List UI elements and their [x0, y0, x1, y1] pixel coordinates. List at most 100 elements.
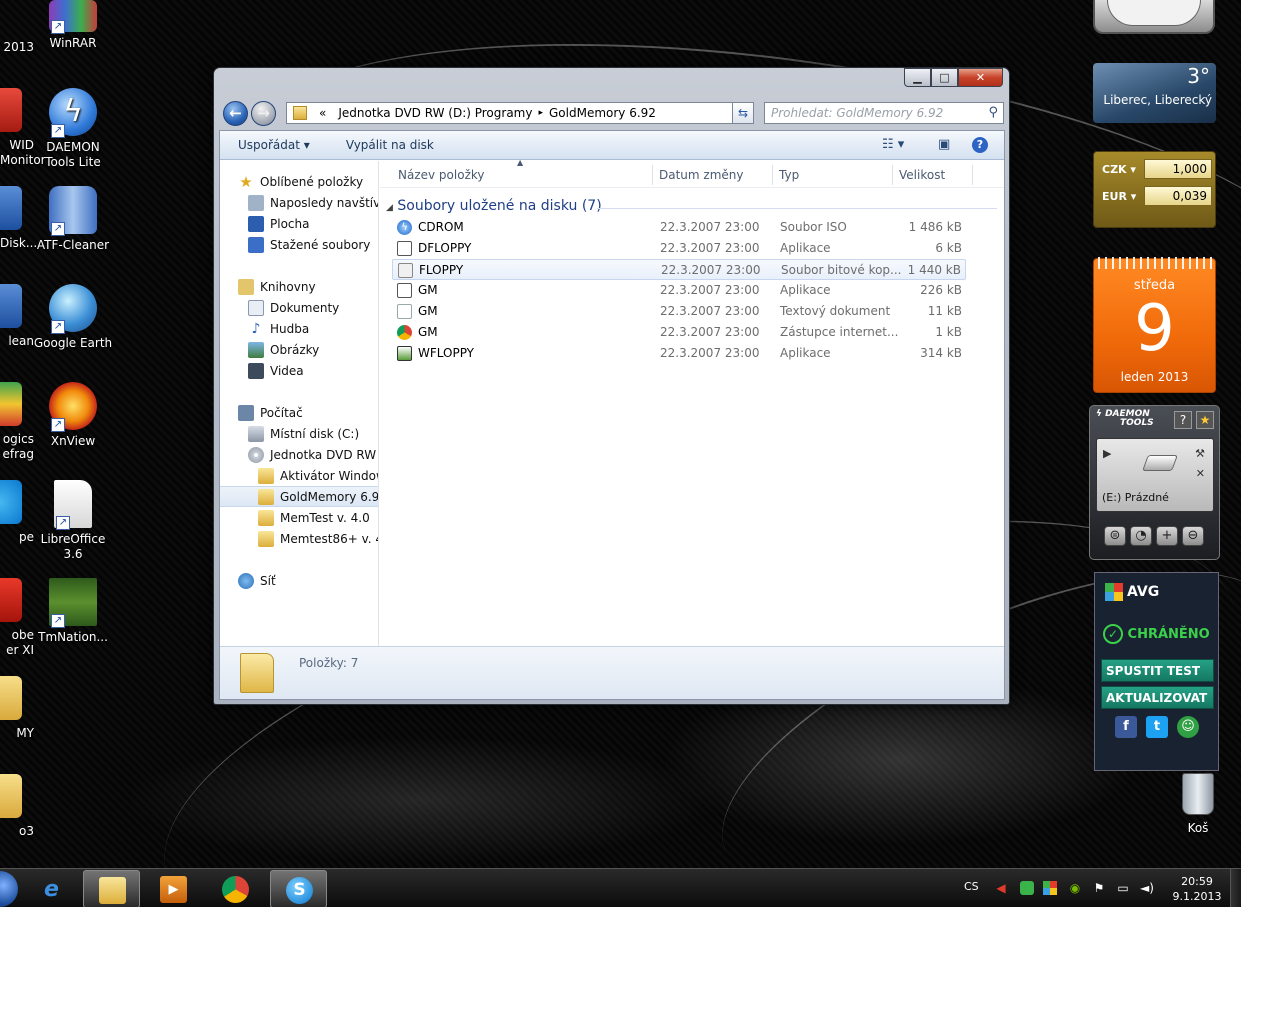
- table-row[interactable]: FLOPPY 22.3.2007 23:00 Soubor bitové kop…: [392, 259, 966, 280]
- refresh-button[interactable]: ⇆: [732, 102, 754, 124]
- column-divider[interactable]: [972, 165, 973, 185]
- currency-value[interactable]: 0,039: [1144, 186, 1212, 206]
- table-row[interactable]: WFLOPPY 22.3.2007 23:00 Aplikace 314 kB: [392, 343, 966, 364]
- language-indicator[interactable]: CS: [964, 880, 979, 893]
- table-row[interactable]: GM 22.3.2007 23:00 Zástupce internet... …: [392, 322, 966, 343]
- desktop-icon-cut[interactable]: 2013: [0, 40, 34, 55]
- clock-gadget[interactable]: [1093, 0, 1215, 34]
- column-size[interactable]: Velikost: [899, 168, 945, 182]
- desktop-icon-recycle-bin[interactable]: Koš: [1163, 773, 1233, 835]
- desktop-icon-cut[interactable]: MY: [0, 676, 34, 741]
- speaker-muted-icon[interactable]: ◀: [994, 881, 1008, 895]
- desktop-icon-cut[interactable]: ogics efrag: [0, 382, 34, 462]
- mount-icon[interactable]: ◔: [1130, 526, 1152, 546]
- currency-gadget[interactable]: CZK ▾ 1,000 EUR ▾ 0,039: [1093, 151, 1216, 228]
- nav-folder-memtest[interactable]: MemTest v. 4.0: [220, 507, 378, 528]
- column-date[interactable]: Datum změny: [659, 168, 744, 182]
- column-divider[interactable]: [772, 165, 773, 185]
- taskbar-internet-explorer[interactable]: e: [23, 870, 80, 907]
- star-icon[interactable]: ★: [1196, 411, 1214, 429]
- close-button[interactable]: ✕: [958, 68, 1003, 87]
- twitter-icon[interactable]: t: [1146, 716, 1168, 738]
- show-desktop-button[interactable]: [1230, 869, 1241, 907]
- update-button[interactable]: AKTUALIZOVAT: [1101, 686, 1214, 709]
- nav-downloads[interactable]: Stažené soubory: [220, 234, 378, 255]
- nav-network[interactable]: Síť: [220, 570, 378, 591]
- avg-gadget[interactable]: AVG ✓ CHRÁNĚNO SPUSTIT TEST AKTUALIZOVAT…: [1094, 572, 1219, 771]
- nav-pictures[interactable]: Obrázky: [220, 339, 378, 360]
- preview-pane-icon[interactable]: ▣: [938, 137, 950, 153]
- column-divider[interactable]: [652, 165, 653, 185]
- help-icon[interactable]: ?: [972, 137, 988, 153]
- maximize-button[interactable]: □: [931, 68, 958, 87]
- minimize-button[interactable]: ▁: [904, 68, 931, 87]
- currency-code-select[interactable]: CZK ▾: [1102, 163, 1136, 176]
- open-image-icon[interactable]: ⊜: [1104, 526, 1126, 546]
- desktop-icon-winrar[interactable]: ↗ WinRAR: [33, 0, 113, 51]
- start-button[interactable]: [0, 871, 18, 907]
- currency-value[interactable]: 1,000: [1144, 159, 1212, 179]
- desktop-icon-cut[interactable]: Disk...: [0, 186, 37, 251]
- nav-libraries[interactable]: Knihovny: [220, 276, 378, 297]
- nav-computer[interactable]: Počítač: [220, 402, 378, 423]
- run-test-button[interactable]: SPUSTIT TEST: [1101, 659, 1214, 682]
- table-row[interactable]: GM 22.3.2007 23:00 Textový dokument 11 k…: [392, 301, 966, 322]
- currency-row[interactable]: CZK ▾ 1,000: [1100, 159, 1212, 181]
- table-row[interactable]: DFLOPPY 22.3.2007 23:00 Aplikace 6 kB: [392, 238, 966, 259]
- explorer-window[interactable]: ▁ □ ✕ ← → « Jednotka DVD RW (D:) Program…: [213, 67, 1010, 705]
- nav-videos[interactable]: Videa: [220, 360, 378, 381]
- breadcrumb-current[interactable]: GoldMemory 6.92: [543, 106, 662, 120]
- taskbar-chrome[interactable]: [207, 870, 264, 907]
- nav-local-disk[interactable]: Místní disk (C:): [220, 423, 378, 444]
- nav-recent[interactable]: Naposledy navštíver: [220, 192, 378, 213]
- address-bar[interactable]: « Jednotka DVD RW (D:) Programy ▸ GoldMe…: [286, 102, 749, 124]
- forward-button[interactable]: →: [251, 101, 276, 126]
- wrench-icon[interactable]: ⚒: [1195, 447, 1205, 460]
- group-header[interactable]: ◢ Soubory uložené na disku (7): [386, 198, 602, 214]
- action-center-flag-icon[interactable]: ⚑: [1092, 881, 1106, 895]
- weather-gadget[interactable]: 3° Liberec, Liberecký: [1093, 63, 1216, 123]
- nav-favorites[interactable]: ★ Oblíbené položky: [220, 171, 378, 192]
- view-options-icon[interactable]: ☷ ▾: [882, 137, 904, 153]
- desktop-icon-tmnations[interactable]: ↗ TmNation...: [33, 578, 113, 645]
- nav-folder-goldmemory[interactable]: GoldMemory 6.92: [220, 486, 378, 507]
- search-icon[interactable]: ⚲: [988, 105, 998, 120]
- column-type[interactable]: Typ: [779, 168, 799, 182]
- taskbar-skype[interactable]: S: [270, 870, 327, 907]
- help-icon[interactable]: ?: [1174, 411, 1192, 429]
- avg-community-icon[interactable]: ☺: [1177, 716, 1199, 738]
- currency-row[interactable]: EUR ▾ 0,039: [1100, 186, 1212, 208]
- table-row[interactable]: GM 22.3.2007 23:00 Aplikace 226 kB: [392, 280, 966, 301]
- taskbar-media-player[interactable]: ▶: [145, 870, 202, 907]
- nav-desktop[interactable]: Plocha: [220, 213, 378, 234]
- desktop-icon-google-earth[interactable]: ↗ Google Earth: [33, 284, 113, 351]
- desktop-icon-libreoffice[interactable]: ↗ LibreOffice 3.6: [33, 480, 113, 562]
- nav-folder-aktivator[interactable]: Aktivátor Window: [220, 465, 378, 486]
- avg-tray-icon[interactable]: [1020, 881, 1034, 895]
- nav-dvd-drive[interactable]: Jednotka DVD RW (D: [220, 444, 378, 465]
- avg-shield-icon[interactable]: [1043, 881, 1057, 895]
- search-input[interactable]: Prohledat: GoldMemory 6.92 ⚲: [764, 102, 1004, 124]
- desktop-icon-atf-cleaner[interactable]: ↗ ATF-Cleaner: [33, 186, 113, 253]
- tray-clock[interactable]: 20:59 9.1.2013: [1171, 874, 1223, 904]
- column-divider[interactable]: [892, 165, 893, 185]
- column-name[interactable]: Název položky: [398, 168, 484, 182]
- taskbar-explorer[interactable]: [83, 870, 140, 907]
- burn-button[interactable]: Vypálit na disk: [328, 138, 452, 152]
- volume-icon[interactable]: ◄): [1140, 881, 1154, 895]
- nvidia-icon[interactable]: ◉: [1068, 881, 1082, 895]
- organize-button[interactable]: Uspořádat ▾: [220, 138, 328, 152]
- currency-code-select[interactable]: EUR ▾: [1102, 190, 1136, 203]
- breadcrumb-overflow[interactable]: «: [313, 106, 332, 120]
- back-button[interactable]: ←: [223, 101, 248, 126]
- nav-music[interactable]: ♪ Hudba: [220, 318, 378, 339]
- daemon-tools-gadget[interactable]: ϟ DAEMON TOOLS ? ★ ▶ ⚒ ✕ (E:) Prázdné ⊜ ◔…: [1089, 405, 1220, 560]
- desktop-icon-cut[interactable]: lean: [0, 284, 34, 349]
- desktop-icon-xnview[interactable]: ↗ XnView: [33, 382, 113, 449]
- facebook-icon[interactable]: f: [1115, 716, 1137, 738]
- breadcrumb-drive[interactable]: Jednotka DVD RW (D:) Programy: [332, 106, 538, 120]
- network-icon[interactable]: ▭: [1116, 881, 1130, 895]
- desktop-icon-cut[interactable]: pe: [0, 480, 34, 545]
- remove-drive-icon[interactable]: ⊖: [1182, 526, 1204, 546]
- calendar-gadget[interactable]: středa 9 leden 2013: [1093, 257, 1216, 393]
